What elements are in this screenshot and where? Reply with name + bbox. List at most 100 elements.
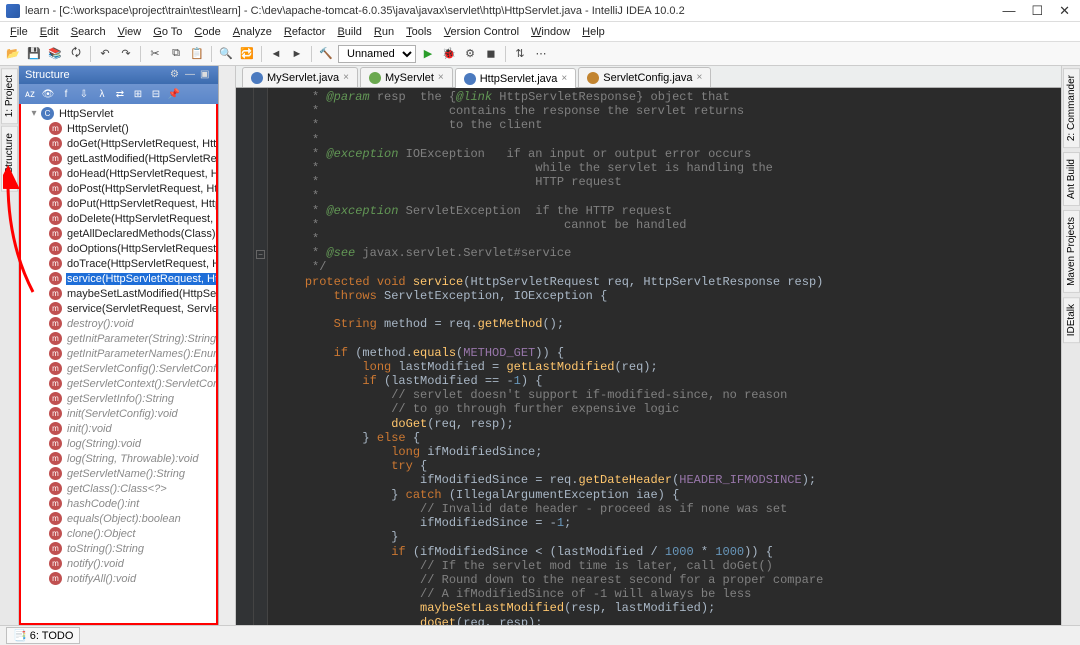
vcs-icon[interactable]: ⇅ xyxy=(511,45,529,63)
editor-tab[interactable]: MyServlet× xyxy=(360,67,453,87)
idetalk-toolwindow-tab[interactable]: IDEtalk xyxy=(1063,297,1080,343)
structure-item[interactable]: mdestroy():void xyxy=(21,316,216,331)
undo-icon[interactable]: ↶ xyxy=(96,45,114,63)
forward-icon[interactable]: ► xyxy=(288,45,306,63)
structure-item[interactable]: mmaybeSetLastModified(HttpServletRespons… xyxy=(21,286,216,301)
structure-item[interactable]: mhashCode():int xyxy=(21,496,216,511)
structure-item[interactable]: mservice(HttpServletRequest, HttpServlet… xyxy=(21,271,216,286)
maven-toolwindow-tab[interactable]: Maven Projects xyxy=(1063,210,1080,293)
close-button[interactable]: ✕ xyxy=(1059,3,1070,19)
structure-item[interactable]: mgetAllDeclaredMethods(Class) xyxy=(21,226,216,241)
paste-icon[interactable]: 📋 xyxy=(188,45,206,63)
debug-icon[interactable]: 🐞 xyxy=(440,45,458,63)
structure-item[interactable]: mdoOptions(HttpServletRequest, HttpServl… xyxy=(21,241,216,256)
structure-item[interactable]: mdoDelete(HttpServletRequest, HttpServle… xyxy=(21,211,216,226)
more-icon[interactable]: ⋯ xyxy=(532,45,550,63)
show-fields-icon[interactable]: f xyxy=(58,86,74,102)
structure-item[interactable]: mgetServletConfig():ServletConfig xyxy=(21,361,216,376)
structure-item[interactable]: mdoPost(HttpServletRequest, HttpServletR… xyxy=(21,181,216,196)
close-tab-icon[interactable]: × xyxy=(438,72,444,83)
structure-item[interactable]: mequals(Object):boolean xyxy=(21,511,216,526)
replace-icon[interactable]: 🔁 xyxy=(238,45,256,63)
menu-search[interactable]: Search xyxy=(65,24,112,40)
menu-view[interactable]: View xyxy=(112,24,148,40)
structure-item[interactable]: mdoHead(HttpServletRequest, HttpServletR… xyxy=(21,166,216,181)
structure-item[interactable]: mlog(String):void xyxy=(21,436,216,451)
find-icon[interactable]: 🔍 xyxy=(217,45,235,63)
structure-item[interactable]: mdoTrace(HttpServletRequest, HttpServlet… xyxy=(21,256,216,271)
structure-item[interactable]: mgetServletName():String xyxy=(21,466,216,481)
menu-build[interactable]: Build xyxy=(331,24,367,40)
structure-item[interactable]: mnotifyAll():void xyxy=(21,571,216,586)
menu-help[interactable]: Help xyxy=(576,24,611,40)
run-icon[interactable]: ▶ xyxy=(419,45,437,63)
redo-icon[interactable]: ↷ xyxy=(117,45,135,63)
tree-root[interactable]: ▾ C HttpServlet xyxy=(21,106,216,121)
fold-column[interactable]: − xyxy=(254,88,268,625)
menu-edit[interactable]: Edit xyxy=(34,24,65,40)
minimize-button[interactable]: — xyxy=(1002,3,1015,19)
structure-item[interactable]: mgetServletInfo():String xyxy=(21,391,216,406)
project-toolwindow-tab[interactable]: 1: Project xyxy=(1,68,18,124)
expand-icon[interactable]: ⊞ xyxy=(130,86,146,102)
menu-go-to[interactable]: Go To xyxy=(147,24,188,40)
sort-alpha-icon[interactable]: ᴀᴢ xyxy=(22,86,38,102)
structure-item[interactable]: mHttpServlet() xyxy=(21,121,216,136)
back-icon[interactable]: ◄ xyxy=(267,45,285,63)
maximize-button[interactable]: ☐ xyxy=(1031,3,1043,19)
close-tab-icon[interactable]: × xyxy=(697,72,703,83)
sync-icon[interactable]: 🗘 xyxy=(67,45,85,63)
structure-item[interactable]: mgetLastModified(HttpServletRequest) xyxy=(21,151,216,166)
structure-item[interactable]: mgetInitParameterNames():Enumeration xyxy=(21,346,216,361)
structure-toolwindow-tab[interactable]: 7: Structure xyxy=(1,126,18,192)
pin-icon[interactable]: 📌 xyxy=(166,86,182,102)
structure-item[interactable]: mgetServletContext():ServletContext xyxy=(21,376,216,391)
show-inherited-icon[interactable]: ⇩ xyxy=(76,86,92,102)
structure-item[interactable]: mtoString():String xyxy=(21,541,216,556)
structure-item[interactable]: mservice(ServletRequest, ServletResponse… xyxy=(21,301,216,316)
structure-item[interactable]: mlog(String, Throwable):void xyxy=(21,451,216,466)
cut-icon[interactable]: ✂ xyxy=(146,45,164,63)
editor-tab[interactable]: MyServlet.java× xyxy=(242,67,358,87)
fold-marker-icon[interactable]: − xyxy=(256,250,265,259)
menu-file[interactable]: File xyxy=(4,24,34,40)
minimize-panel-icon[interactable]: — xyxy=(185,69,197,81)
menu-version-control[interactable]: Version Control xyxy=(438,24,525,40)
close-tab-icon[interactable]: × xyxy=(343,72,349,83)
code-content[interactable]: * @param resp the {@link HttpServletResp… xyxy=(268,88,1061,625)
attach-icon[interactable]: ⚙ xyxy=(461,45,479,63)
todo-toolwindow-tab[interactable]: 📑 6: TODO xyxy=(6,627,80,644)
stop-icon[interactable]: ◼ xyxy=(482,45,500,63)
hide-panel-icon[interactable]: ▣ xyxy=(200,69,212,81)
make-icon[interactable]: 🔨 xyxy=(317,45,335,63)
menu-window[interactable]: Window xyxy=(525,24,576,40)
ant-toolwindow-tab[interactable]: Ant Build xyxy=(1063,152,1080,206)
editor-tab[interactable]: HttpServlet.java× xyxy=(455,68,577,88)
menu-analyze[interactable]: Analyze xyxy=(227,24,278,40)
run-config-select[interactable]: Unnamed xyxy=(338,45,416,63)
open-icon[interactable]: 📂 xyxy=(4,45,22,63)
structure-item[interactable]: minit(ServletConfig):void xyxy=(21,406,216,421)
show-anonymous-icon[interactable]: λ xyxy=(94,86,110,102)
structure-item[interactable]: mgetInitParameter(String):String xyxy=(21,331,216,346)
structure-item[interactable]: mclone():Object xyxy=(21,526,216,541)
code-editor[interactable]: − * @param resp the {@link HttpServletRe… xyxy=(236,88,1061,625)
save-icon[interactable]: 💾 xyxy=(25,45,43,63)
autoscroll-icon[interactable]: ⇄ xyxy=(112,86,128,102)
splitter[interactable] xyxy=(219,66,236,625)
menu-refactor[interactable]: Refactor xyxy=(278,24,332,40)
close-tab-icon[interactable]: × xyxy=(561,73,567,84)
sort-visibility-icon[interactable]: 👁 xyxy=(40,86,56,102)
structure-item[interactable]: mnotify():void xyxy=(21,556,216,571)
menu-tools[interactable]: Tools xyxy=(400,24,438,40)
expander-icon[interactable]: ▾ xyxy=(29,108,39,119)
save-all-icon[interactable]: 📚 xyxy=(46,45,64,63)
structure-tree[interactable]: ▾ C HttpServlet mHttpServlet()mdoGet(Htt… xyxy=(19,104,218,625)
structure-item[interactable]: mdoGet(HttpServletRequest, HttpServletRe… xyxy=(21,136,216,151)
structure-item[interactable]: mgetClass():Class<?> xyxy=(21,481,216,496)
structure-item[interactable]: mdoPut(HttpServletRequest, HttpServletRe… xyxy=(21,196,216,211)
commander-toolwindow-tab[interactable]: 2: Commander xyxy=(1063,68,1080,148)
editor-tab[interactable]: ServletConfig.java× xyxy=(578,67,711,87)
menu-code[interactable]: Code xyxy=(188,24,226,40)
gear-icon[interactable]: ⚙ xyxy=(170,69,182,81)
